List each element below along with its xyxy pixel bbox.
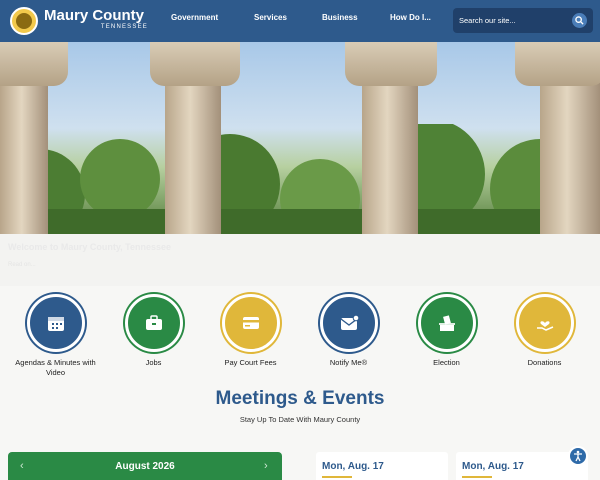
nav-business[interactable]: Business bbox=[322, 13, 358, 22]
site-logo[interactable]: Maury County TENNESSEE bbox=[44, 7, 154, 31]
calendar-month: August 2026 bbox=[115, 461, 175, 472]
event-date: Mon, Aug. 17 bbox=[462, 461, 524, 472]
brand-state: TENNESSEE bbox=[100, 24, 148, 30]
quick-link-notify-me[interactable]: Notify Me® bbox=[300, 294, 397, 368]
calendar-icon bbox=[26, 294, 85, 352]
search-icon bbox=[575, 16, 584, 25]
quick-link-label: Donations bbox=[527, 358, 562, 367]
search-input[interactable] bbox=[459, 13, 569, 28]
quick-link-label: Agendas & Minutes with Video bbox=[15, 358, 96, 377]
hero-caption-title[interactable]: Welcome to Maury County, Tennessee bbox=[8, 242, 171, 252]
quick-link-election[interactable]: Election bbox=[398, 294, 495, 368]
nav-government[interactable]: Government bbox=[171, 13, 218, 22]
nav-services[interactable]: Services bbox=[254, 13, 287, 22]
site-header: Maury County TENNESSEE Government Servic… bbox=[0, 0, 600, 42]
briefcase-icon bbox=[124, 294, 183, 352]
hero-caption-link[interactable]: Read on... bbox=[8, 262, 36, 268]
heart-hand-icon bbox=[515, 294, 574, 352]
quick-link-label: Notify Me® bbox=[329, 358, 368, 367]
quick-link-agendas[interactable]: Agendas & Minutes with Video bbox=[7, 294, 104, 378]
column-capital-1 bbox=[0, 42, 68, 86]
search-button[interactable] bbox=[572, 13, 587, 28]
calendar-widget: ‹ August 2026 › bbox=[8, 452, 282, 480]
search-box bbox=[453, 8, 593, 33]
column-capital-2 bbox=[150, 42, 240, 86]
quick-link-label: Jobs bbox=[145, 358, 162, 367]
tree-canopy bbox=[0, 124, 600, 234]
quick-link-pay-court-fees[interactable]: Pay Court Fees bbox=[202, 294, 299, 368]
event-card[interactable]: Mon, Aug. 17 bbox=[316, 452, 448, 480]
section-subtitle: Stay Up To Date With Maury County bbox=[239, 415, 361, 424]
ballot-box-icon bbox=[417, 294, 476, 352]
hero-image bbox=[0, 42, 600, 234]
event-divider bbox=[462, 476, 492, 478]
accessibility-button[interactable] bbox=[568, 446, 588, 466]
quick-link-donations[interactable]: Donations bbox=[496, 294, 593, 368]
event-divider bbox=[322, 476, 352, 478]
quick-link-label: Election bbox=[433, 358, 460, 367]
column-capital-3 bbox=[345, 42, 437, 86]
quick-link-jobs[interactable]: Jobs bbox=[105, 294, 202, 368]
section-title: Meetings & Events bbox=[215, 388, 385, 409]
event-date: Mon, Aug. 17 bbox=[322, 461, 384, 472]
brand-name: Maury County bbox=[44, 7, 145, 24]
nav-how-do-i[interactable]: How Do I... bbox=[390, 13, 431, 22]
credit-card-icon bbox=[221, 294, 280, 352]
column-capital-4 bbox=[515, 42, 600, 86]
envelope-icon bbox=[319, 294, 378, 352]
accessibility-icon bbox=[574, 450, 582, 462]
calendar-next-button[interactable]: › bbox=[264, 460, 268, 472]
county-seal-icon[interactable] bbox=[10, 7, 38, 35]
quick-link-label: Pay Court Fees bbox=[224, 358, 277, 367]
